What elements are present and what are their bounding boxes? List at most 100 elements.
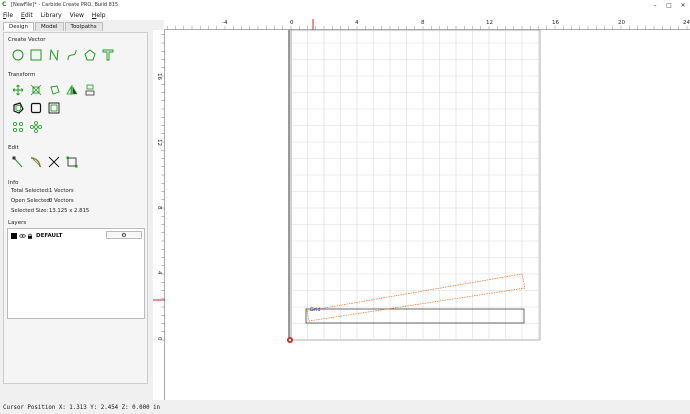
- gear-icon: ⚙: [121, 231, 127, 239]
- subtract-icon: [48, 102, 60, 114]
- polyline-icon: [49, 49, 59, 61]
- lock-icon[interactable]: [27, 233, 33, 239]
- bounding-box-tool[interactable]: [66, 156, 78, 168]
- layer-name: DEFAULT: [36, 233, 63, 239]
- boolean-union-tool[interactable]: [30, 102, 42, 114]
- bounding-box-icon: [66, 156, 78, 168]
- menu-view-label: View: [69, 11, 84, 19]
- top-ruler-ticks: [164, 19, 690, 30]
- menu-edit-label: dit: [24, 11, 33, 19]
- fillet-icon: [30, 156, 42, 168]
- info-heading: Info: [8, 180, 19, 186]
- curve-tool[interactable]: [66, 49, 78, 61]
- eye-icon[interactable]: [19, 233, 26, 239]
- left-ruler: 16 12 8 4 0: [153, 30, 165, 400]
- circular-dots-icon: [30, 121, 42, 133]
- polygon-icon: [84, 49, 96, 61]
- menu-file[interactable]: File: [3, 12, 13, 19]
- ruler-left-label: 0: [156, 337, 162, 341]
- boolean-subtract-tool[interactable]: [48, 102, 60, 114]
- ruler-top-label: 4: [355, 20, 359, 26]
- scale-icon: [30, 84, 42, 96]
- node-edit-icon: [12, 156, 23, 168]
- top-ruler: -4 0 4 8 12 16 20 24: [164, 19, 690, 30]
- trim-icon: [48, 156, 60, 168]
- maximize-button[interactable]: □: [662, 0, 676, 10]
- total-selected-value: 1 Vectors: [49, 188, 74, 194]
- mirror-tool[interactable]: [66, 84, 78, 96]
- carbide-create-icon: C: [2, 1, 7, 8]
- scale-tool[interactable]: [30, 84, 42, 96]
- ruler-top-label: 16: [552, 20, 559, 26]
- ruler-top-label: 8: [421, 20, 425, 26]
- canvas-drawing[interactable]: Grid: [165, 30, 690, 400]
- layer-settings-button[interactable]: ⚙: [106, 231, 142, 239]
- menu-library[interactable]: Library: [41, 12, 62, 19]
- selected-size-value: 13.125 x 2.815: [49, 208, 90, 214]
- design-canvas[interactable]: Grid: [165, 30, 690, 400]
- ruler-left-label: 12: [156, 139, 162, 146]
- circle-tool[interactable]: [12, 49, 24, 61]
- tab-toolpaths[interactable]: Toolpaths: [64, 22, 103, 31]
- rectangle-icon: [30, 49, 42, 61]
- circle-icon: [12, 49, 24, 61]
- ruler-left-label: 4: [156, 271, 162, 275]
- title-bar: C [NewFile]* - Carbide Create PRO, Build…: [0, 0, 690, 10]
- curve-icon: [67, 49, 77, 61]
- minimize-button[interactable]: –: [648, 0, 662, 10]
- layers-list: DEFAULT ⚙: [7, 228, 145, 319]
- ruler-top-label: 12: [486, 20, 493, 26]
- fillet-tool[interactable]: [30, 156, 42, 168]
- text-icon: [102, 49, 114, 61]
- menu-file-label: ile: [6, 11, 14, 19]
- menu-library-label: Library: [40, 11, 62, 19]
- tab-design[interactable]: Design: [3, 22, 34, 31]
- menu-help[interactable]: Help: [92, 12, 106, 19]
- mirror-icon: [66, 85, 78, 95]
- offset-tool[interactable]: [12, 102, 24, 114]
- text-tool[interactable]: [102, 49, 114, 61]
- layers-heading: Layers: [8, 220, 27, 226]
- move-tool[interactable]: [12, 84, 24, 96]
- align-tool[interactable]: [84, 84, 96, 96]
- tab-model[interactable]: Model: [35, 22, 64, 31]
- union-icon: [30, 102, 42, 114]
- trim-tool[interactable]: [48, 156, 60, 168]
- origin-marker-center: [288, 338, 292, 342]
- offset-icon: [13, 102, 24, 114]
- open-selected-value: 0 Vectors: [49, 198, 74, 204]
- open-selected-label: Open Selected:: [11, 198, 52, 204]
- canvas-text-grid: Grid: [310, 307, 321, 313]
- ruler-top-label: 24: [683, 20, 690, 26]
- polygon-tool[interactable]: [84, 49, 96, 61]
- grid-array-tool[interactable]: [30, 121, 42, 133]
- align-icon: [85, 84, 95, 96]
- layer-color-swatch[interactable]: [11, 233, 17, 239]
- stock-boundary: [290, 30, 541, 341]
- mode-tabs: Design Model Toolpaths: [3, 22, 104, 32]
- dots-array-icon: [12, 121, 24, 133]
- move-arrows-icon: [12, 84, 24, 96]
- window-title: [NewFile]* - Carbide Create PRO, Build 8…: [11, 2, 119, 8]
- rotate-tool[interactable]: [48, 84, 60, 96]
- menu-view[interactable]: View: [70, 12, 84, 19]
- polyline-tool[interactable]: [48, 49, 60, 61]
- rectangle-tool[interactable]: [30, 49, 42, 61]
- ruler-top-label: -4: [222, 20, 228, 26]
- menu-help-label: elp: [96, 11, 106, 19]
- close-button[interactable]: ✕: [676, 0, 690, 10]
- circular-array-tool[interactable]: [12, 121, 24, 133]
- node-edit-tool[interactable]: [12, 156, 24, 168]
- total-selected-label: Total Selected:: [11, 188, 50, 194]
- design-panel: Create Vector Transform Edit Info Total …: [3, 32, 148, 384]
- create-vector-heading: Create Vector: [8, 37, 46, 43]
- ruler-left-label: 16: [156, 73, 162, 80]
- status-bar: Cursor Position X: 1.313 Y: 2.454 Z: 0.0…: [0, 403, 690, 414]
- left-ruler-ticks: [153, 34, 165, 341]
- menu-edit[interactable]: Edit: [21, 12, 33, 19]
- selected-size-label: Selected Size:: [11, 208, 49, 214]
- ruler-top-label: 20: [618, 20, 625, 26]
- layer-row[interactable]: DEFAULT: [11, 232, 62, 240]
- ruler-left-label: 8: [156, 206, 162, 210]
- edit-heading: Edit: [8, 145, 19, 151]
